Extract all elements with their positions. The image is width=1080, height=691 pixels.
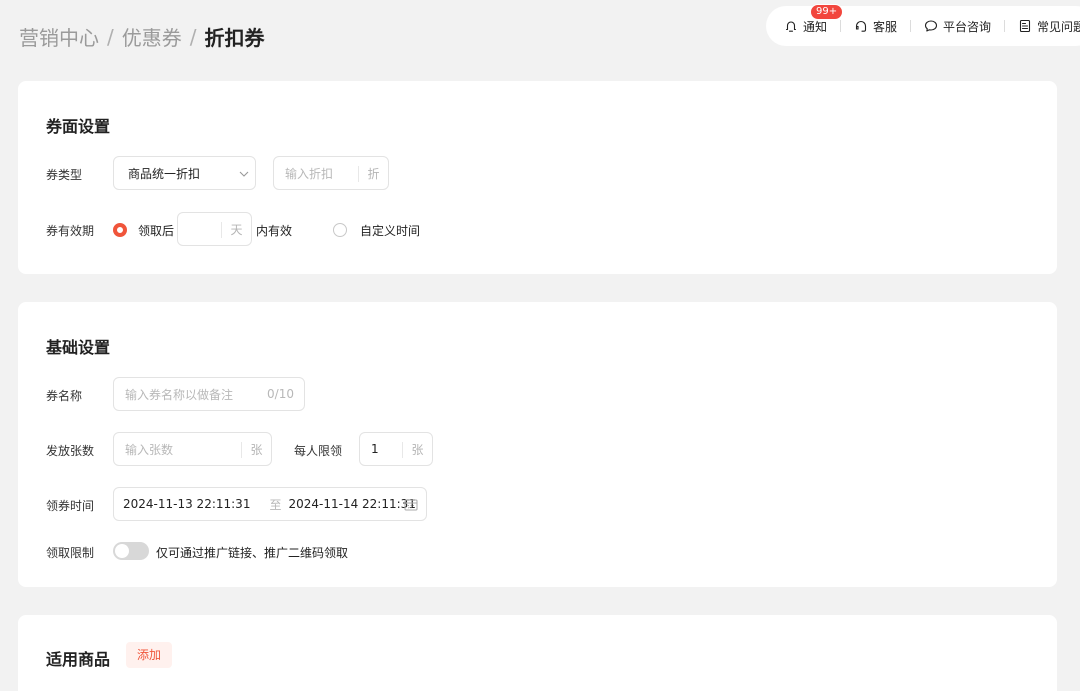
claim-time-range-picker[interactable]: 2024-11-13 22:11:31 至 2024-11-14 22:11:3… — [113, 487, 427, 521]
notification-label: 通知 — [803, 19, 828, 34]
coupon-name-counter: 0/10 — [267, 387, 294, 401]
end-time: 2024-11-14 22:11:31 — [288, 497, 416, 511]
discount-placeholder: 输入折扣 — [285, 166, 334, 181]
breadcrumb-item-marketing[interactable]: 营销中心 — [19, 22, 99, 51]
document-icon — [1019, 19, 1031, 33]
section-title: 基础设置 — [46, 338, 111, 357]
bell-icon — [785, 21, 797, 32]
coupon-type-select[interactable]: 商品统一折扣 — [113, 156, 256, 190]
section-title: 适用商品 — [46, 650, 111, 669]
top-toolbar: 通知 99+ 客服 平台咨询 常见问题 — [766, 3, 1080, 46]
customer-service-button[interactable]: 客服 — [854, 18, 897, 35]
start-time: 2024-11-13 22:11:31 — [123, 497, 251, 511]
notification-badge: 99+ — [810, 3, 844, 20]
customer-service-label: 客服 — [873, 19, 898, 34]
claim-restriction-toggle[interactable] — [113, 542, 149, 560]
radio-after-claim[interactable] — [113, 223, 127, 237]
per-user-limit-label: 每人限领 — [294, 444, 343, 458]
platform-consult-label: 平台咨询 — [943, 19, 992, 34]
per-user-limit-value: 1 — [371, 442, 379, 456]
notification-button[interactable]: 通知 99+ — [784, 3, 844, 35]
validity-days-input[interactable]: 天 — [177, 212, 252, 246]
discount-unit: 折 — [358, 166, 388, 182]
option-after-claim-label: 领取后 — [138, 224, 175, 238]
divider — [840, 20, 842, 32]
option-custom-label: 自定义时间 — [360, 224, 421, 238]
option-after-suffix: 内有效 — [256, 224, 293, 238]
per-user-limit-unit: 张 — [402, 442, 432, 458]
breadcrumb-separator: / — [107, 24, 114, 49]
claim-restriction-label: 领取限制 — [46, 546, 95, 560]
coupon-name-label: 券名称 — [46, 389, 83, 403]
platform-consult-button[interactable]: 平台咨询 — [924, 18, 991, 35]
page-title: 折扣券 — [204, 26, 265, 50]
coupon-name-input[interactable]: 输入券名称以做备注 0/10 — [113, 377, 305, 411]
divider — [910, 20, 912, 32]
divider — [1004, 20, 1006, 32]
breadcrumb-item-coupons[interactable]: 优惠券 — [122, 22, 182, 51]
calendar-icon — [404, 499, 418, 511]
coupon-face-settings-card: 券面设置 券类型 商品统一折扣 输入折扣 折 券有效期 领取后 天 内有效 自定… — [18, 81, 1057, 274]
breadcrumb-separator: / — [189, 24, 197, 49]
discount-input[interactable]: 输入折扣 折 — [273, 156, 389, 190]
issue-count-input[interactable]: 输入张数 张 — [113, 432, 272, 466]
issue-count-label: 发放张数 — [46, 444, 95, 458]
toggle-knob — [115, 544, 129, 558]
days-unit: 天 — [221, 222, 251, 238]
per-user-limit-input[interactable]: 1 张 — [359, 432, 433, 466]
coupon-type-label: 券类型 — [46, 168, 83, 182]
breadcrumb: 营销中心 / 优惠券 / 折扣券 — [19, 22, 265, 51]
basic-settings-card: 基础设置 券名称 输入券名称以做备注 0/10 发放张数 输入张数 张 每人限领… — [18, 302, 1057, 587]
validity-label: 券有效期 — [46, 224, 95, 238]
claim-restriction-text: 仅可通过推广链接、推广二维码领取 — [156, 546, 349, 560]
coupon-type-value: 商品统一折扣 — [128, 166, 201, 181]
radio-custom-time[interactable] — [333, 223, 347, 237]
chat-bubble-icon — [924, 20, 938, 32]
claim-time-label: 领券时间 — [46, 499, 95, 513]
section-title: 券面设置 — [46, 117, 111, 136]
add-product-button[interactable]: 添加 — [126, 642, 172, 668]
issue-count-placeholder: 输入张数 — [125, 442, 174, 457]
coupon-name-placeholder: 输入券名称以做备注 — [125, 387, 234, 402]
faq-button[interactable]: 常见问题 — [1018, 18, 1080, 35]
faq-label: 常见问题 — [1037, 19, 1080, 34]
headset-icon — [855, 20, 867, 32]
applicable-products-card: 适用商品 添加 — [18, 615, 1057, 691]
time-range-separator: 至 — [269, 497, 282, 512]
issue-count-unit: 张 — [241, 442, 271, 458]
chevron-down-icon — [239, 171, 249, 177]
